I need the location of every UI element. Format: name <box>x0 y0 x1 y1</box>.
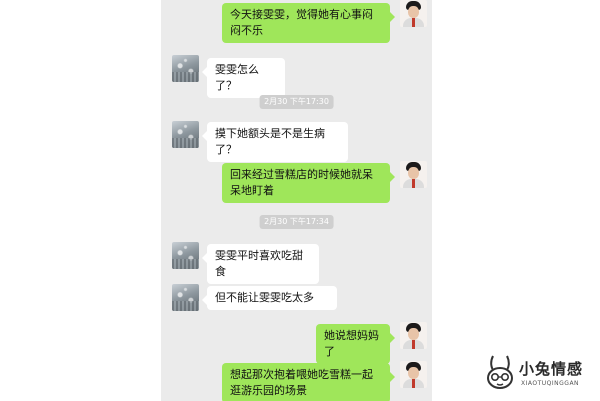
contact-avatar[interactable] <box>172 242 199 269</box>
timestamp-divider: 2月30 下午17:30 <box>259 95 334 109</box>
message-bubble-received[interactable]: 摸下她额头是不是生病了？ <box>202 122 348 162</box>
watermark-logo: 小兔情感 XIAOTUQINGGAN <box>483 352 600 401</box>
my-avatar[interactable] <box>400 161 427 188</box>
message-bubble-received[interactable]: 但不能让雯雯吃太多 <box>202 286 337 310</box>
message-bubble-received[interactable]: 雯雯怎么了？ <box>202 58 285 98</box>
chat-window: 今天接雯雯，觉得她有心事闷闷不乐 雯雯怎么了？ 2月30 下午17:30 摸下她… <box>161 0 432 401</box>
my-avatar[interactable] <box>400 0 427 27</box>
message-bubble-sent[interactable]: 想起那次抱着喂她吃雪糕一起逛游乐园的场景 <box>222 363 395 401</box>
message-bubble-sent[interactable]: 回来经过雪糕店的时候她就呆呆地盯着 <box>222 163 395 203</box>
message-bubble-sent[interactable]: 今天接雯雯，觉得她有心事闷闷不乐 <box>222 3 395 43</box>
rabbit-logo-icon <box>487 355 513 389</box>
contact-avatar[interactable] <box>172 284 199 311</box>
contact-avatar[interactable] <box>172 121 199 148</box>
my-avatar[interactable] <box>400 361 427 388</box>
my-avatar[interactable] <box>400 322 427 349</box>
watermark-subtitle: XIAOTUQINGGAN <box>521 380 580 387</box>
message-bubble-sent[interactable]: 她说想妈妈了 <box>316 324 395 364</box>
timestamp-divider: 2月30 下午17:34 <box>259 215 334 229</box>
message-bubble-received[interactable]: 雯雯平时喜欢吃甜食 <box>202 244 319 284</box>
watermark-title: 小兔情感 <box>519 360 584 378</box>
contact-avatar[interactable] <box>172 55 199 82</box>
